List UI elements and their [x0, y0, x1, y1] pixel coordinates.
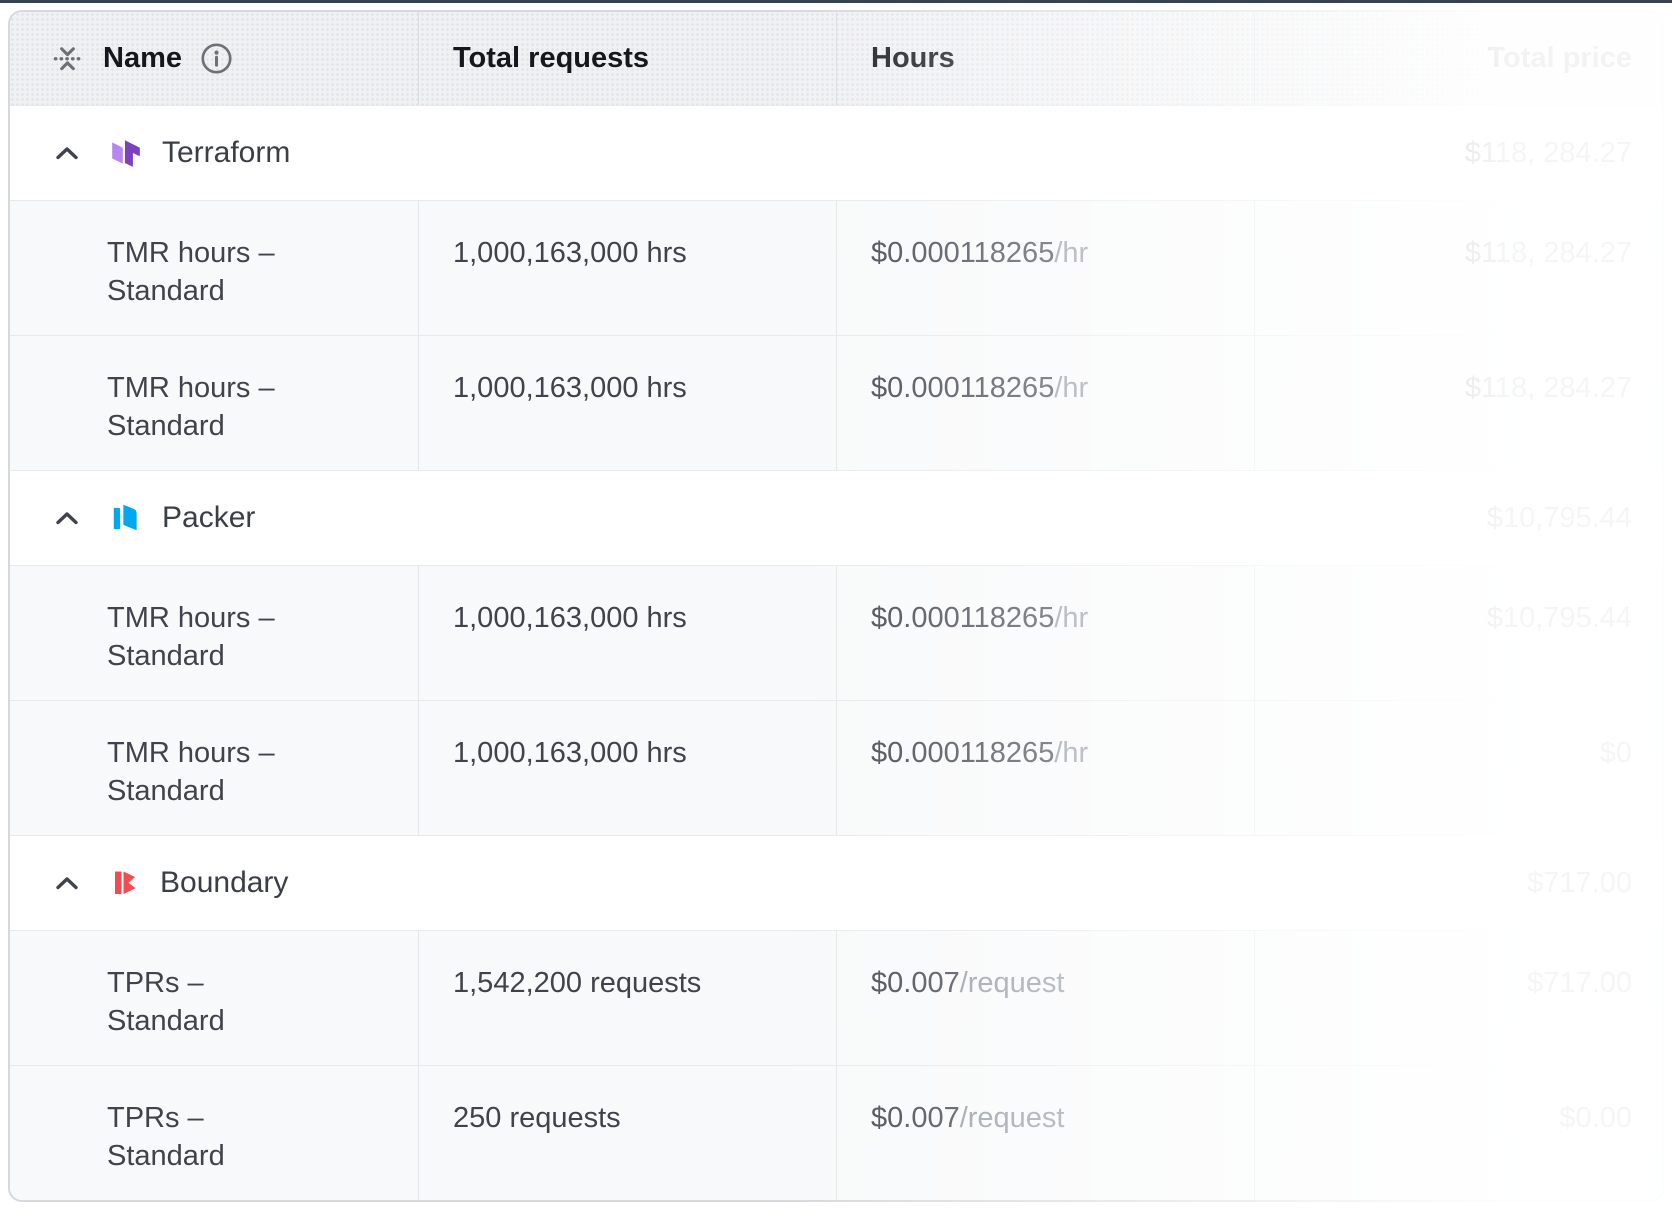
- chevron-up-icon[interactable]: [53, 139, 81, 168]
- total-price-cell: $118, 284.27: [1255, 336, 1662, 470]
- group-label: Boundary: [160, 866, 288, 900]
- rate-unit: /hr: [1054, 602, 1088, 634]
- table-row: TMR hours – Standard 1,000,163,000 hrs $…: [10, 565, 1662, 700]
- hours-cell: $0.000118265/hr: [837, 336, 1255, 470]
- group-total-price: $10,795.44: [1487, 502, 1632, 535]
- table-row: TPRs – Standard 250 requests $0.007/requ…: [10, 1065, 1662, 1200]
- usage-pricing-table: Name Total requests Hours Total price: [8, 10, 1664, 1202]
- total-requests-cell: 1,000,163,000 hrs: [419, 201, 837, 335]
- rate-unit: /request: [960, 967, 1065, 999]
- rate-unit: /request: [960, 1102, 1065, 1134]
- collapse-all-icon[interactable]: [52, 43, 83, 74]
- column-header-total-price: Total price: [1255, 12, 1662, 105]
- group-row-packer[interactable]: Packer $10,795.44: [10, 470, 1662, 565]
- rate-unit: /hr: [1054, 737, 1088, 769]
- group-row-terraform[interactable]: Terraform $118, 284.27: [10, 105, 1662, 200]
- group-label: Terraform: [162, 136, 290, 170]
- total-requests-cell: 250 requests: [419, 1066, 837, 1200]
- column-header-hours: Hours: [837, 12, 1255, 105]
- total-price-cell: $0: [1255, 701, 1662, 835]
- item-name-cell: TMR hours – Standard: [10, 201, 419, 335]
- table-row: TMR hours – Standard 1,000,163,000 hrs $…: [10, 335, 1662, 470]
- packer-icon: [109, 501, 143, 535]
- hours-cell: $0.007/request: [837, 1066, 1255, 1200]
- item-name-cell: TPRs – Standard: [10, 1066, 419, 1200]
- item-name-cell: TMR hours – Standard: [10, 566, 419, 700]
- total-requests-cell: 1,000,163,000 hrs: [419, 701, 837, 835]
- group-row-boundary[interactable]: Boundary $717.00: [10, 835, 1662, 930]
- total-price-cell: $0.00: [1255, 1066, 1662, 1200]
- item-name-cell: TMR hours – Standard: [10, 701, 419, 835]
- total-requests-cell: 1,542,200 requests: [419, 931, 837, 1065]
- item-name-cell: TPRs – Standard: [10, 931, 419, 1065]
- hours-cell: $0.007/request: [837, 931, 1255, 1065]
- top-divider-bar: [0, 0, 1672, 3]
- group-total-price: $717.00: [1527, 867, 1632, 900]
- rate-unit: /hr: [1054, 372, 1088, 404]
- total-requests-cell: 1,000,163,000 hrs: [419, 566, 837, 700]
- total-requests-cell: 1,000,163,000 hrs: [419, 336, 837, 470]
- terraform-icon: [109, 136, 143, 170]
- hours-cell: $0.000118265/hr: [837, 701, 1255, 835]
- info-icon[interactable]: [200, 42, 233, 75]
- rate-unit: /hr: [1054, 237, 1088, 269]
- hours-cell: $0.000118265/hr: [837, 566, 1255, 700]
- chevron-up-icon[interactable]: [53, 869, 81, 898]
- boundary-icon: [109, 867, 141, 899]
- total-price-cell: $118, 284.27: [1255, 201, 1662, 335]
- column-header-name: Name: [10, 12, 419, 105]
- column-label-name: Name: [103, 42, 182, 75]
- hours-cell: $0.000118265/hr: [837, 201, 1255, 335]
- total-price-cell: $10,795.44: [1255, 566, 1662, 700]
- table-header-row: Name Total requests Hours Total price: [10, 12, 1662, 105]
- column-header-total-requests: Total requests: [419, 12, 837, 105]
- table-row: TMR hours – Standard 1,000,163,000 hrs $…: [10, 200, 1662, 335]
- group-total-price: $118, 284.27: [1465, 137, 1632, 170]
- table-row: TPRs – Standard 1,542,200 requests $0.00…: [10, 930, 1662, 1065]
- chevron-up-icon[interactable]: [53, 504, 81, 533]
- table-row: TMR hours – Standard 1,000,163,000 hrs $…: [10, 700, 1662, 835]
- group-label: Packer: [162, 501, 255, 535]
- total-price-cell: $717.00: [1255, 931, 1662, 1065]
- item-name-cell: TMR hours – Standard: [10, 336, 419, 470]
